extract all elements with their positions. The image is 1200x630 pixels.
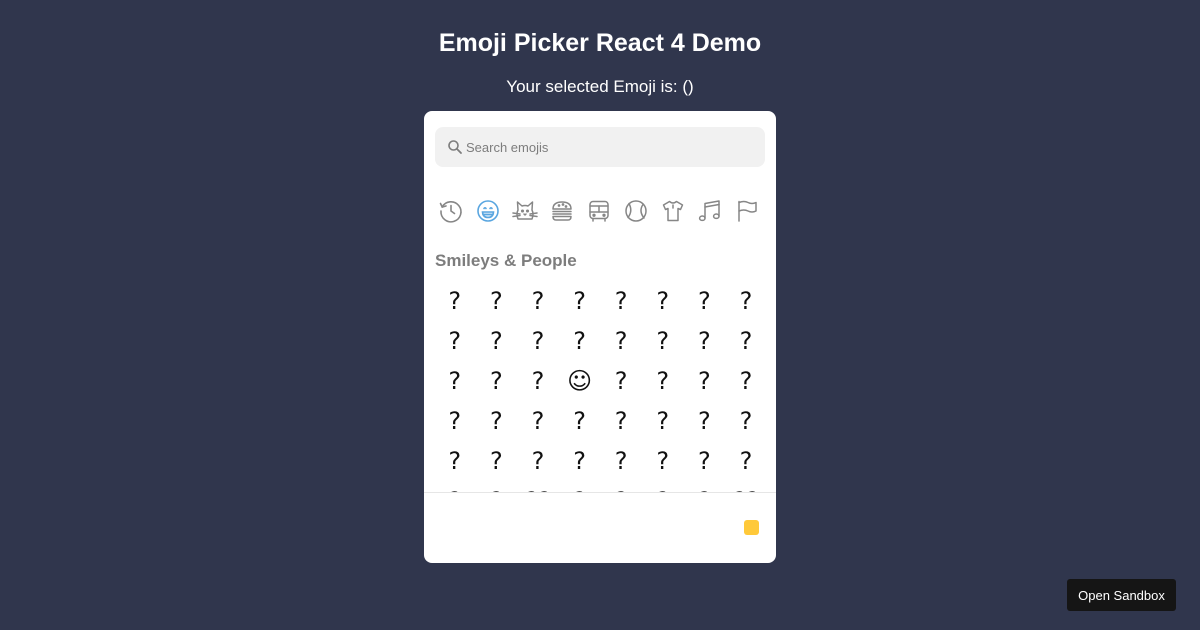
emoji-button[interactable]: ? (725, 441, 767, 481)
emoji-button[interactable]: ? (684, 401, 726, 441)
emoji-button[interactable]: ? (434, 361, 476, 401)
emoji-button[interactable]: ? (642, 361, 684, 401)
skin-tone-picker[interactable] (744, 520, 759, 535)
emoji-button[interactable]: ? (434, 401, 476, 441)
emoji-button[interactable]: ? (725, 281, 767, 321)
emoji-button[interactable]: ? (600, 321, 642, 361)
emoji-button[interactable]: ? (434, 321, 476, 361)
emoji-button[interactable]: ? (642, 401, 684, 441)
category-activities[interactable] (620, 195, 652, 227)
emoji-button[interactable]: ? (684, 281, 726, 321)
emoji-button[interactable]: ? (476, 361, 518, 401)
emoji-button[interactable]: ? (684, 361, 726, 401)
emoji-button[interactable]: ? (434, 441, 476, 481)
cat-icon (512, 201, 538, 220)
emoji-button[interactable]: ? (725, 401, 767, 441)
category-smileys-people[interactable] (472, 195, 504, 227)
emoji-button[interactable]: ? (725, 361, 767, 401)
emoji-button[interactable]: ? (517, 321, 559, 361)
emoji-button[interactable]: ? (559, 401, 601, 441)
category-section-label: Smileys & People (435, 251, 577, 270)
emoji-grid: ??????????????????? ☺????????????????????… (434, 281, 770, 493)
footer-divider (424, 492, 776, 493)
emoji-button[interactable]: ? (559, 321, 601, 361)
emoji-button[interactable]: ? (476, 441, 518, 481)
search-box[interactable] (435, 127, 765, 167)
emoji-button[interactable]: ☺ (559, 361, 601, 401)
selected-emoji-label: Your selected Emoji is: () (506, 77, 694, 96)
emoji-button[interactable]: ? (684, 441, 726, 481)
emoji-button[interactable]: ? (559, 441, 601, 481)
emoji-button[interactable]: ? (642, 441, 684, 481)
emoji-picker: Smileys & People ???????????????????☺???… (424, 111, 776, 563)
smiley-icon (477, 200, 499, 222)
category-symbols[interactable] (694, 195, 726, 227)
emoji-button[interactable]: ? (517, 361, 559, 401)
emoji-button[interactable]: ? (517, 441, 559, 481)
emoji-button[interactable]: ? (725, 321, 767, 361)
ball-icon (625, 200, 647, 222)
open-sandbox-button[interactable]: Open Sandbox (1067, 579, 1176, 611)
search-input[interactable] (466, 127, 756, 167)
emoji-button[interactable]: ? (642, 321, 684, 361)
category-food-drink[interactable] (546, 195, 578, 227)
page-title: Emoji Picker React 4 Demo (438, 29, 762, 57)
category-frequently-used[interactable] (435, 195, 467, 227)
emoji-button[interactable]: ? (642, 281, 684, 321)
clock-icon (439, 201, 462, 223)
category-animals-nature[interactable] (509, 195, 541, 227)
music-icon (698, 200, 720, 222)
emoji-button[interactable]: ? (684, 321, 726, 361)
category-flags[interactable] (731, 195, 763, 227)
shirt-icon (662, 200, 684, 222)
emoji-button[interactable]: ? (476, 281, 518, 321)
category-navigation (435, 195, 765, 227)
search-icon (447, 139, 463, 155)
emoji-button[interactable]: ? (434, 281, 476, 321)
flag-icon (738, 200, 757, 222)
emoji-button[interactable]: ? (559, 281, 601, 321)
emoji-list[interactable]: Smileys & People ??????????????????? ☺???… (424, 241, 776, 493)
emoji-button[interactable]: ? (600, 441, 642, 481)
emoji-button[interactable]: ? (600, 361, 642, 401)
emoji-button[interactable]: ? (476, 401, 518, 441)
emoji-button[interactable]: ? (600, 281, 642, 321)
category-travel-places[interactable] (583, 195, 615, 227)
emoji-button[interactable]: ? (517, 281, 559, 321)
emoji-button[interactable]: ? (517, 401, 559, 441)
emoji-button[interactable]: ? (600, 401, 642, 441)
emoji-button[interactable]: ? (476, 321, 518, 361)
category-objects[interactable] (657, 195, 689, 227)
burger-icon (552, 201, 572, 221)
bus-icon (589, 200, 609, 222)
